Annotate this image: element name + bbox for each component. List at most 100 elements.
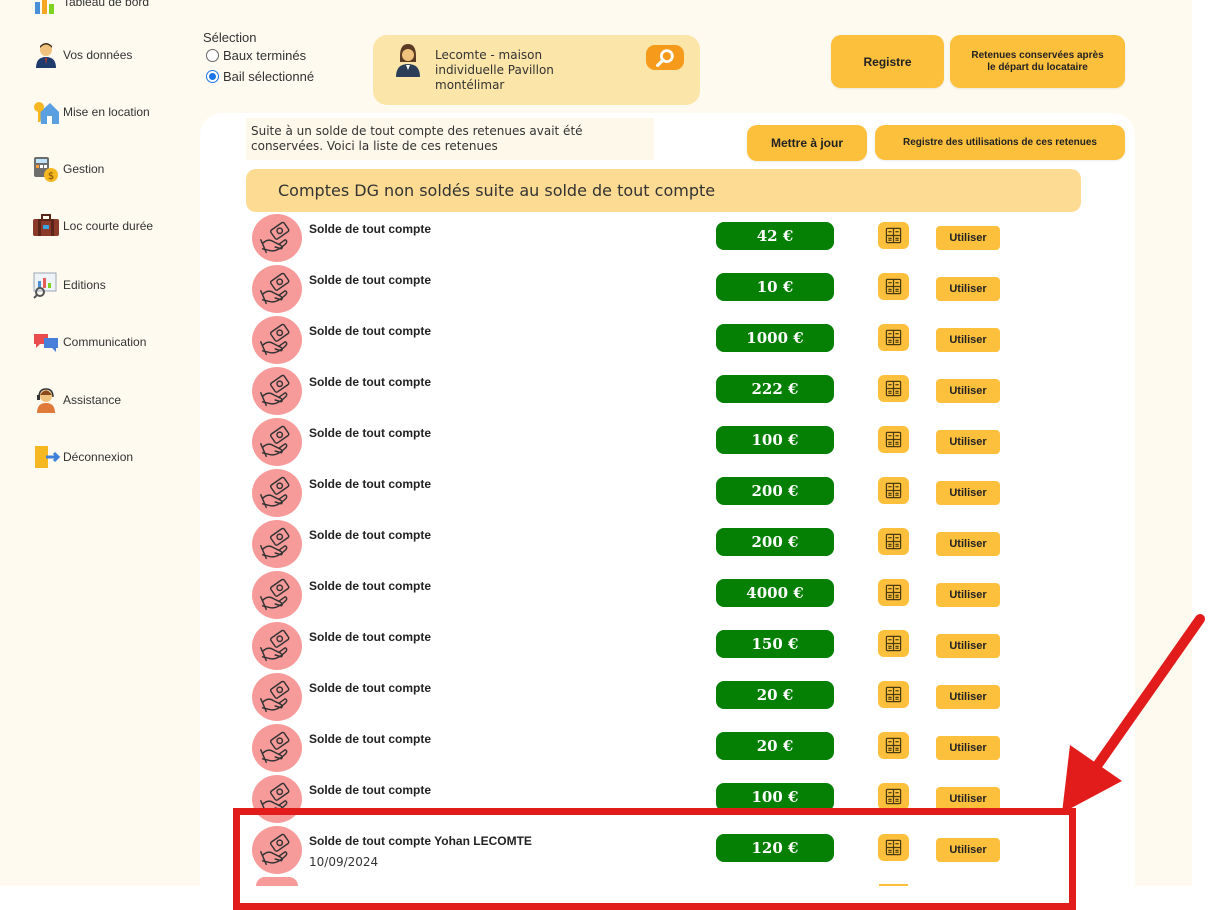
calculator-button[interactable] [878, 375, 909, 402]
sidebar-item-vos-donnees[interactable]: Vos données [32, 39, 132, 71]
radio-bail-selectionne[interactable]: Bail sélectionné [206, 69, 314, 84]
utiliser-button[interactable]: Utiliser [936, 277, 1000, 301]
row-label: Solde de tout compte [309, 630, 432, 644]
hand-money-icon [252, 418, 302, 466]
sidebar-item-mise-en-location[interactable]: Mise en location [32, 96, 150, 128]
table-row: Solde de tout compte 200 € Utiliser [0, 520, 1192, 571]
radio-label: Bail sélectionné [223, 69, 315, 84]
tenant-avatar-icon [393, 40, 423, 78]
hand-money-icon [252, 724, 302, 772]
utiliser-button[interactable]: Utiliser [936, 532, 1000, 556]
button-label-line-1: Retenues conservées après [971, 49, 1104, 61]
calculator-button[interactable] [878, 579, 909, 606]
utiliser-button[interactable]: Utiliser [936, 226, 1000, 250]
table-row: Solde de tout compte 1000 € Utiliser [0, 316, 1192, 367]
calculator-icon [885, 431, 902, 448]
utiliser-button[interactable]: Utiliser [936, 583, 1000, 607]
utiliser-button[interactable]: Utiliser [936, 634, 1000, 658]
amount-badge: 4000 € [716, 579, 834, 607]
radio-label: Baux terminés [223, 48, 307, 63]
table-row: Solde de tout compte 222 € Utiliser [0, 367, 1192, 418]
hand-money-icon [252, 571, 302, 619]
calculator-money-icon: $ [32, 155, 60, 183]
amount-badge: 20 € [716, 681, 834, 709]
table-row: Solde de tout compte 4000 € Utiliser [0, 571, 1192, 622]
radio-button-checked[interactable] [206, 70, 219, 83]
calculator-button[interactable] [878, 426, 909, 453]
search-icon [656, 48, 674, 67]
table-row: Solde de tout compte 42 € Utiliser [0, 214, 1192, 265]
calculator-button[interactable] [878, 783, 909, 810]
user-icon [32, 41, 60, 69]
radio-baux-termines[interactable]: Baux terminés [206, 48, 306, 63]
intro-line-2: conservées. Voici la liste de ces retenu… [251, 139, 498, 153]
amount-badge: 150 € [716, 630, 834, 658]
utiliser-button[interactable]: Utiliser [936, 379, 1000, 403]
calculator-icon [885, 737, 902, 754]
amount-badge: 200 € [716, 528, 834, 556]
tenant-line-1: Lecomte - maison [435, 48, 543, 62]
calculator-button[interactable] [878, 630, 909, 657]
sidebar-item-gestion[interactable]: $ Gestion [32, 153, 104, 185]
amount-badge: 10 € [716, 273, 834, 301]
calculator-icon [885, 227, 902, 244]
sidebar-item-label: Vos données [63, 48, 133, 62]
amount-badge: 100 € [716, 426, 834, 454]
row-label: Solde de tout compte [309, 426, 432, 440]
house-key-icon [32, 98, 60, 126]
calculator-button[interactable] [878, 324, 909, 351]
calculator-button[interactable] [878, 222, 909, 249]
calculator-button[interactable] [878, 732, 909, 759]
calculator-button[interactable] [878, 477, 909, 504]
table-row: Solde de tout compte 150 € Utiliser [0, 622, 1192, 673]
calculator-icon [885, 788, 902, 805]
calculator-button[interactable] [878, 681, 909, 708]
amount-badge: 1000 € [716, 324, 834, 352]
calculator-icon [885, 482, 902, 499]
calculator-button[interactable] [878, 528, 909, 555]
calculator-button[interactable] [878, 273, 909, 300]
row-label: Solde de tout compte [309, 222, 432, 236]
utiliser-button[interactable]: Utiliser [936, 328, 1000, 352]
tenant-name: Lecomte - maison individuelle Pavillon m… [435, 48, 615, 93]
table-row: Solde de tout compte 20 € Utiliser [0, 673, 1192, 724]
intro-text: Suite à un solde de tout compte des rete… [246, 118, 654, 160]
amount-badge: 222 € [716, 375, 834, 403]
row-label: Solde de tout compte [309, 324, 432, 338]
row-label: Solde de tout compte [309, 528, 432, 542]
row-label: Solde de tout compte [309, 273, 432, 287]
utiliser-button[interactable]: Utiliser [936, 430, 1000, 454]
registre-button[interactable]: Registre [831, 35, 944, 88]
utiliser-button[interactable]: Utiliser [936, 481, 1000, 505]
annotation-highlight-box [233, 808, 1076, 910]
tenant-line-3: montélimar [435, 78, 505, 92]
tenant-selector[interactable]: Lecomte - maison individuelle Pavillon m… [373, 35, 700, 105]
row-label: Solde de tout compte [309, 375, 432, 389]
register-usage-button[interactable]: Registre des utilisations de ces retenue… [875, 125, 1125, 160]
sidebar-item-dashboard[interactable]: Tableau de bord [32, 0, 149, 18]
sidebar-item-label: Gestion [63, 162, 105, 176]
hand-money-icon [252, 214, 302, 262]
hand-money-icon [252, 520, 302, 568]
utiliser-button[interactable]: Utiliser [936, 685, 1000, 709]
update-button[interactable]: Mettre à jour [747, 125, 867, 161]
search-button[interactable] [646, 45, 684, 70]
row-label: Solde de tout compte [309, 783, 432, 797]
amount-badge: 100 € [716, 783, 834, 811]
section-title: Comptes DG non soldés suite au solde de … [246, 169, 1081, 212]
radio-button[interactable] [206, 49, 219, 62]
calculator-icon [885, 380, 902, 397]
row-label: Solde de tout compte [309, 477, 432, 491]
annotation-arrow-icon [1062, 614, 1205, 813]
table-row: Solde de tout compte 10 € Utiliser [0, 265, 1192, 316]
hand-money-icon [252, 673, 302, 721]
amount-badge: 20 € [716, 732, 834, 760]
hand-money-icon [252, 265, 302, 313]
button-label-line-2: le départ du locataire [987, 61, 1088, 73]
utiliser-button[interactable]: Utiliser [936, 736, 1000, 760]
calculator-icon [885, 584, 902, 601]
retenues-conservees-button[interactable]: Retenues conservées après le départ du l… [950, 35, 1125, 88]
hand-money-icon [252, 367, 302, 415]
intro-line-1: Suite à un solde de tout compte des rete… [251, 124, 583, 138]
hand-money-icon [252, 622, 302, 670]
